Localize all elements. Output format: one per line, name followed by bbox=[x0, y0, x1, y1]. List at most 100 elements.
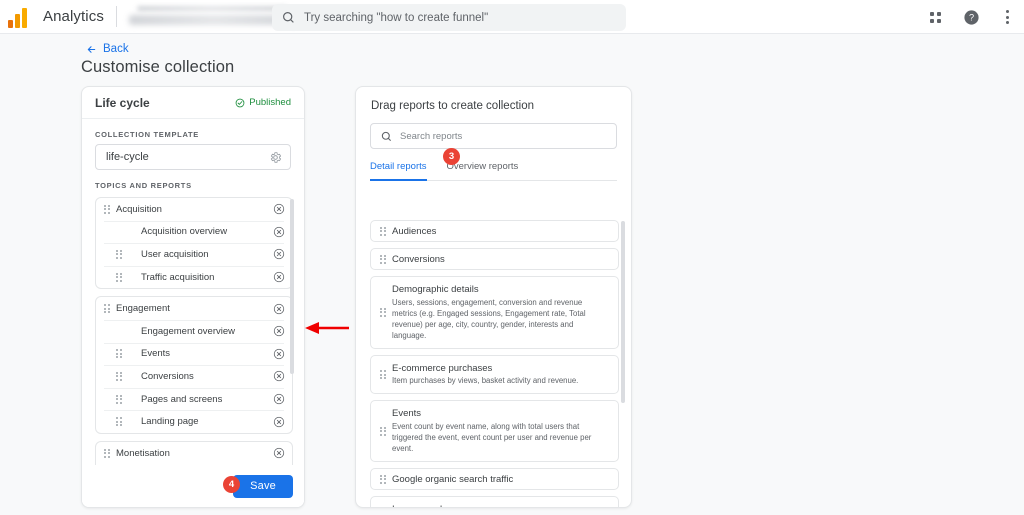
report-item-description: Users, sessions, engagement, conversion … bbox=[392, 297, 586, 340]
report-list-item[interactable]: Conversions bbox=[370, 248, 619, 270]
left-list-scrollbar[interactable] bbox=[290, 199, 294, 374]
tab-overview-reports[interactable]: Overview reports bbox=[447, 161, 519, 180]
annotation-badge-3: 3 bbox=[443, 148, 460, 165]
drag-handle-icon[interactable] bbox=[116, 416, 123, 427]
more-options-icon[interactable] bbox=[996, 6, 1018, 28]
gear-icon[interactable] bbox=[269, 151, 282, 164]
drag-handle-icon[interactable] bbox=[116, 394, 123, 405]
report-list-item[interactable]: E-commerce purchases Item purchases by vi… bbox=[370, 354, 619, 395]
remove-icon[interactable] bbox=[273, 416, 285, 428]
report-row[interactable]: Traffic acquisition bbox=[96, 265, 292, 289]
report-row[interactable]: Events bbox=[96, 342, 292, 366]
report-item-name: Google organic search traffic bbox=[392, 473, 514, 485]
topic-row[interactable]: Acquisition bbox=[96, 198, 292, 221]
drag-handle-icon[interactable] bbox=[104, 303, 111, 314]
vertical-divider bbox=[115, 6, 117, 27]
page-body: Back Customise collection Life cycle Pub… bbox=[0, 34, 1024, 515]
drag-handle-icon[interactable] bbox=[116, 348, 123, 359]
back-link[interactable]: Back bbox=[86, 43, 129, 55]
remove-icon[interactable] bbox=[273, 370, 285, 382]
remove-icon[interactable] bbox=[273, 303, 285, 315]
search-icon bbox=[381, 131, 392, 141]
report-row[interactable]: Conversions bbox=[96, 365, 292, 388]
report-item-body: E-commerce purchases Item purchases by vi… bbox=[392, 363, 609, 387]
report-list-scrollbar[interactable] bbox=[621, 221, 625, 403]
topics-reports-list[interactable]: Acquisition Acquisition overview User acqu… bbox=[95, 197, 293, 489]
report-list[interactable]: Audiences Conversions Demographic details U… bbox=[370, 220, 619, 507]
report-item-name: Conversions bbox=[392, 253, 445, 265]
remove-icon[interactable] bbox=[273, 325, 285, 337]
analytics-logo-icon bbox=[8, 6, 34, 28]
collection-header: Life cycle Published bbox=[82, 87, 304, 119]
row-label: Pages and screens bbox=[141, 393, 223, 405]
report-row[interactable]: Pages and screens bbox=[96, 387, 292, 411]
remove-icon[interactable] bbox=[273, 203, 285, 215]
report-list-item[interactable]: Events Event count by event name, along w… bbox=[370, 400, 619, 462]
report-list-item[interactable]: In-app purchasesProduct purchases by qua… bbox=[370, 496, 619, 507]
row-label: Engagement overview bbox=[141, 325, 235, 337]
top-app-bar: Analytics Try searching "how to create f… bbox=[0, 0, 1024, 34]
drag-handle-icon[interactable] bbox=[104, 448, 111, 459]
report-search-placeholder: Search reports bbox=[400, 130, 463, 142]
topic-row[interactable]: Engagement bbox=[96, 297, 292, 320]
remove-icon[interactable] bbox=[273, 226, 285, 238]
row-label: Traffic acquisition bbox=[141, 271, 215, 283]
topbar-actions: ? bbox=[924, 0, 1018, 34]
report-item-description: Event count by event name, along with to… bbox=[392, 421, 592, 453]
report-row[interactable]: Engagement overview bbox=[96, 319, 292, 343]
remove-icon[interactable] bbox=[273, 348, 285, 360]
drag-handle-icon[interactable] bbox=[380, 474, 387, 485]
report-picker-title: Drag reports to create collection bbox=[371, 100, 534, 112]
drag-handle-icon[interactable] bbox=[104, 204, 111, 215]
row-label: Acquisition bbox=[116, 203, 162, 215]
topic-group: Engagement Engagement overview Events Conve… bbox=[95, 296, 293, 434]
annotation-red-left-arrow bbox=[305, 322, 349, 334]
drag-handle-icon[interactable] bbox=[380, 307, 387, 318]
report-list-item[interactable]: Demographic details Users, sessions, enga… bbox=[370, 276, 619, 349]
remove-icon[interactable] bbox=[273, 393, 285, 405]
report-item-body: Demographic details Users, sessions, enga… bbox=[392, 284, 609, 341]
global-search-bar[interactable]: Try searching "how to create funnel" bbox=[272, 4, 626, 31]
drag-handle-icon[interactable] bbox=[116, 249, 123, 260]
check-circle-icon bbox=[235, 98, 245, 107]
annotation-badge-4: 4 bbox=[223, 476, 240, 493]
row-label: Engagement bbox=[116, 303, 170, 315]
drag-handle-icon[interactable] bbox=[116, 272, 123, 283]
report-item-body: In-app purchasesProduct purchases by qua… bbox=[392, 504, 609, 507]
tab-detail-reports[interactable]: Detail reports bbox=[370, 161, 427, 181]
row-label: Landing page bbox=[141, 416, 199, 428]
report-picker-card: Drag reports to create collection Search… bbox=[355, 86, 632, 508]
report-row[interactable]: Landing page bbox=[96, 410, 292, 433]
global-search-placeholder: Try searching "how to create funnel" bbox=[304, 11, 489, 24]
report-item-name: E-commerce purchases bbox=[392, 362, 493, 374]
report-row[interactable]: User acquisition bbox=[96, 243, 292, 266]
report-item-body: Audiences bbox=[392, 226, 609, 237]
report-item-name: Demographic details bbox=[392, 284, 479, 295]
remove-icon[interactable] bbox=[273, 248, 285, 260]
report-list-item[interactable]: Audiences bbox=[370, 220, 619, 242]
remove-icon[interactable] bbox=[273, 447, 285, 459]
report-list-item[interactable]: Google organic search traffic bbox=[370, 468, 619, 490]
drag-handle-icon[interactable] bbox=[380, 254, 387, 265]
brand-title: Analytics bbox=[43, 8, 104, 25]
report-search-input[interactable]: Search reports bbox=[370, 123, 617, 149]
report-item-name: Audiences bbox=[392, 225, 437, 237]
collection-template-field[interactable]: life-cycle bbox=[95, 144, 291, 170]
row-label: Conversions bbox=[141, 370, 194, 382]
report-item-name: In-app purchases bbox=[392, 504, 609, 507]
report-row[interactable]: Acquisition overview bbox=[96, 220, 292, 244]
drag-handle-icon[interactable] bbox=[380, 369, 387, 380]
row-label: User acquisition bbox=[141, 248, 209, 260]
remove-icon[interactable] bbox=[273, 271, 285, 283]
topic-row[interactable]: Monetisation bbox=[96, 442, 292, 465]
drag-handle-icon[interactable] bbox=[380, 226, 387, 237]
collection-template-label: COLLECTION TEMPLATE bbox=[95, 130, 199, 139]
apps-grid-icon[interactable] bbox=[924, 6, 946, 28]
drag-handle-icon[interactable] bbox=[116, 371, 123, 382]
save-button[interactable]: Save bbox=[233, 474, 293, 498]
status-badge-label: Published bbox=[249, 97, 291, 108]
save-bar: 4 Save bbox=[82, 465, 304, 507]
drag-handle-icon[interactable] bbox=[380, 426, 387, 437]
help-icon[interactable]: ? bbox=[960, 6, 982, 28]
collection-editor-card: Life cycle Published COLLECTION TEMPLATE… bbox=[81, 86, 305, 508]
